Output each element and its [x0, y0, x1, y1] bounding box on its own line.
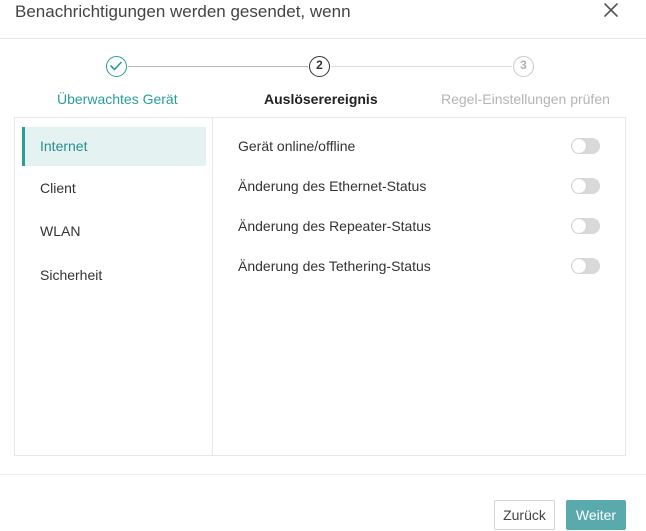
sidebar-item-label: WLAN: [40, 223, 81, 239]
sidebar-item-internet[interactable]: Internet: [22, 127, 206, 166]
dialog-header: Benachrichtigungen werden gesendet, wenn: [0, 0, 646, 39]
step-connector-2: [331, 66, 512, 67]
step-connector-1: [128, 66, 308, 67]
step-1-label: Überwachtes Gerät: [57, 91, 178, 107]
footer-divider: [0, 474, 646, 475]
sidebar-item-client[interactable]: Client: [22, 169, 206, 208]
event-row-device-online: Gerät online/offline: [238, 134, 608, 158]
toggle-knob: [572, 259, 586, 273]
event-list: Gerät online/offline Änderung des Ethern…: [214, 118, 625, 455]
step-2-indicator: 2: [309, 56, 330, 77]
step-3-label: Regel-Einstellungen prüfen: [441, 91, 610, 107]
repeater-status-toggle[interactable]: [571, 218, 600, 234]
ethernet-status-toggle[interactable]: [571, 178, 600, 194]
device-online-toggle[interactable]: [571, 138, 600, 154]
event-label: Änderung des Tethering-Status: [238, 258, 431, 274]
sidebar-item-wlan[interactable]: WLAN: [22, 212, 206, 251]
close-icon: [604, 3, 618, 17]
next-button[interactable]: Weiter: [566, 500, 626, 530]
step-3-indicator: 3: [513, 56, 534, 77]
event-label: Gerät online/offline: [238, 138, 356, 154]
back-button[interactable]: Zurück: [494, 500, 555, 530]
check-icon: [110, 61, 122, 71]
close-button[interactable]: [598, 0, 626, 23]
event-row-ethernet: Änderung des Ethernet-Status: [238, 174, 608, 198]
toggle-knob: [572, 139, 586, 153]
event-row-repeater: Änderung des Repeater-Status: [238, 214, 608, 238]
dialog-title: Benachrichtigungen werden gesendet, wenn: [15, 2, 351, 21]
sidebar-item-label: Client: [40, 180, 76, 196]
sidebar-item-sicherheit[interactable]: Sicherheit: [22, 256, 206, 295]
event-label: Änderung des Ethernet-Status: [238, 178, 427, 194]
step-1-indicator: [106, 56, 127, 77]
toggle-knob: [572, 219, 586, 233]
stepper: 2 3 Überwachtes Gerät Auslöserereignis R…: [0, 52, 646, 112]
step-2-label: Auslöserereignis: [264, 91, 378, 107]
toggle-knob: [572, 179, 586, 193]
event-row-tethering: Änderung des Tethering-Status: [238, 254, 608, 278]
event-label: Änderung des Repeater-Status: [238, 218, 432, 234]
category-sidebar: Internet Client WLAN Sicherheit: [15, 118, 213, 455]
tethering-status-toggle[interactable]: [571, 258, 600, 274]
sidebar-item-label: Sicherheit: [40, 267, 103, 283]
event-panel: Internet Client WLAN Sicherheit Gerät on…: [14, 117, 626, 456]
sidebar-item-label: Internet: [40, 138, 88, 154]
